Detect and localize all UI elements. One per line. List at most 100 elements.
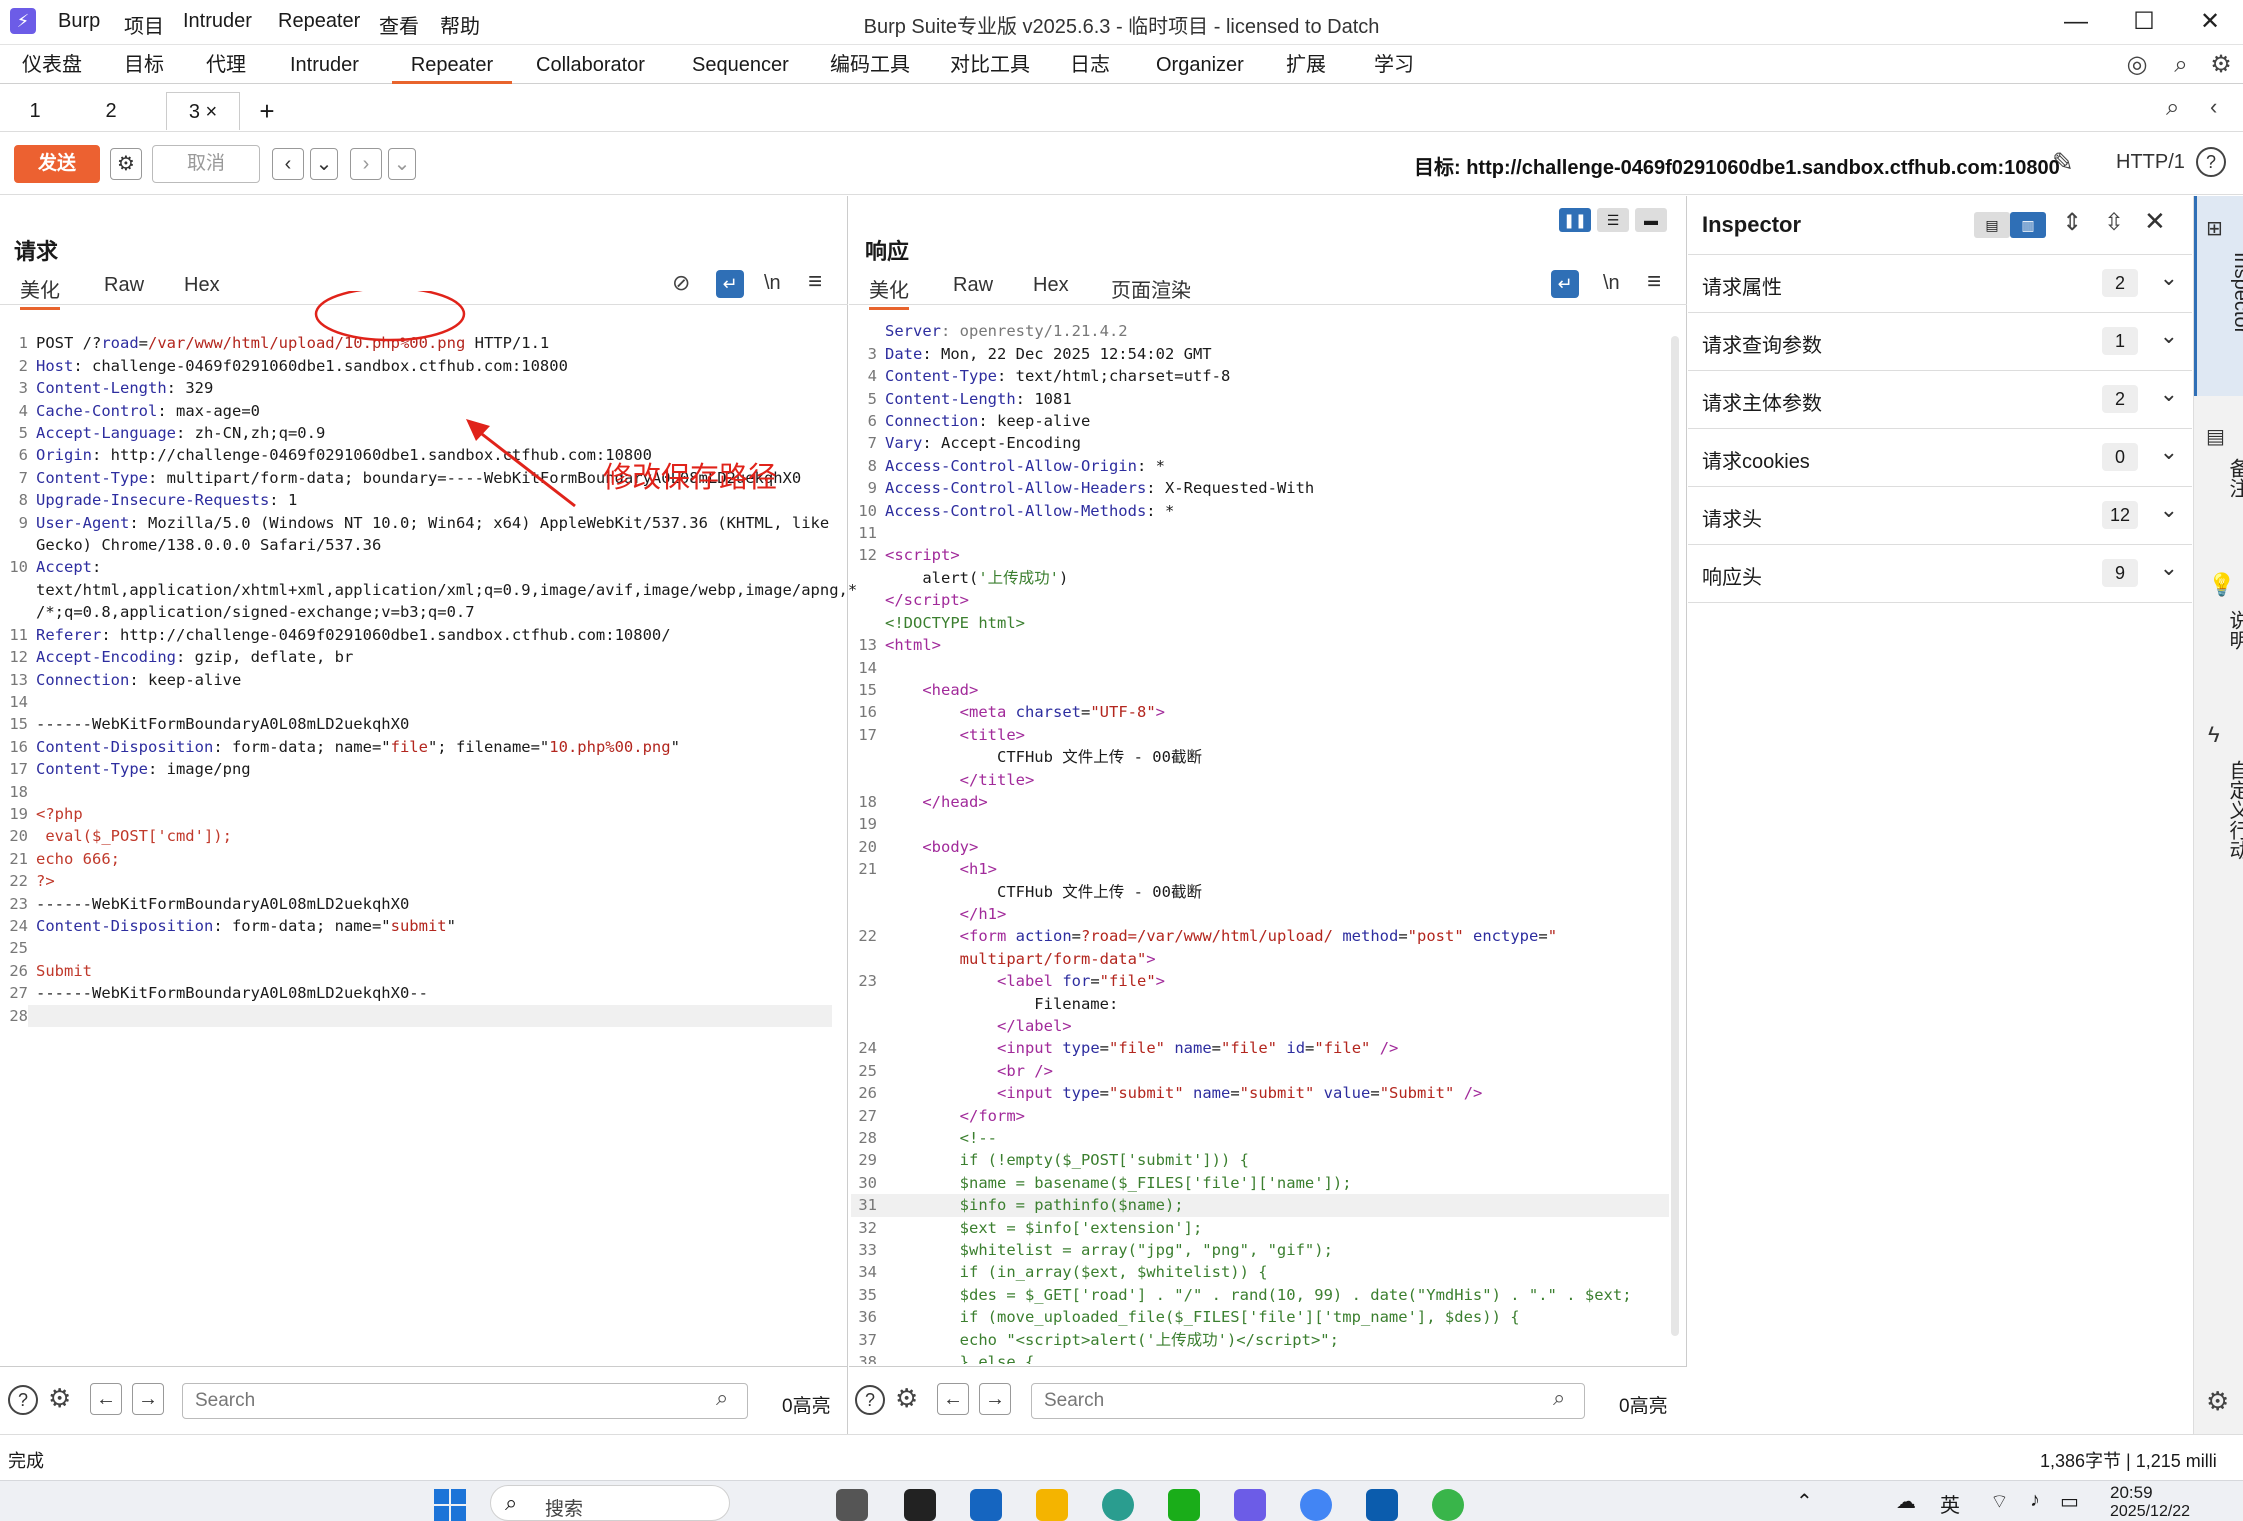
chevron-down-icon[interactable]: ⌄ (2160, 497, 2178, 523)
close-window-button[interactable]: ✕ (2180, 4, 2240, 40)
side-settings-gear-icon[interactable]: ⚙ (2206, 1386, 2229, 1417)
response-editor[interactable]: Server: openresty/1.21.4.2 3 Date: Mon, 22… (851, 298, 1669, 1364)
request-tab-raw[interactable]: Raw (104, 274, 144, 297)
newline-toggle-icon[interactable]: \n (764, 272, 781, 295)
tray-chevron-icon[interactable]: ⌃ (1796, 1489, 1813, 1514)
wrap-lines-icon[interactable]: ↵ (1551, 270, 1579, 298)
chevron-down-icon[interactable]: ⌄ (2160, 323, 2178, 349)
tab-scroll-left-icon[interactable]: ‹ (2210, 94, 2217, 120)
tab-dashboard[interactable]: 仪表盘 (14, 46, 90, 84)
send-button[interactable]: 发送 (14, 145, 100, 183)
search-next-arrow-icon[interactable]: → (979, 1383, 1011, 1415)
forward-dropdown-icon[interactable]: ⌄ (388, 148, 416, 180)
collapse-all-icon[interactable]: ⇳ (2104, 208, 2124, 237)
inspector-layout-right-icon[interactable]: ▥ (2010, 212, 2046, 238)
search-next-arrow-icon[interactable]: → (132, 1383, 164, 1415)
chevron-down-icon[interactable]: ⌄ (2160, 439, 2178, 465)
cancel-button[interactable]: 取消 (152, 145, 260, 183)
taskbar-app-window-icon[interactable] (1366, 1489, 1398, 1521)
layout-stacked-icon[interactable]: ☰ (1597, 208, 1629, 232)
tab-repeater[interactable]: Repeater (392, 46, 512, 84)
minimize-button[interactable]: — (2046, 4, 2106, 40)
tab-learn[interactable]: 学习 (1366, 46, 1422, 84)
inspector-row-cookies[interactable]: 请求cookies 0 ⌄ (1688, 429, 2192, 487)
menu-lines-icon[interactable]: ≡ (808, 268, 822, 296)
tab-target[interactable]: 目标 (116, 46, 172, 84)
windows-start-icon[interactable] (434, 1489, 466, 1521)
repeater-tab-3[interactable]: 3 × (166, 92, 240, 130)
tab-intruder[interactable]: Intruder (282, 46, 367, 84)
tab-logger[interactable]: 日志 (1062, 46, 1118, 84)
taskbar-app-store-icon[interactable] (1168, 1489, 1200, 1521)
tab-proxy[interactable]: 代理 (198, 46, 254, 84)
search-icon[interactable]: ⌕ (2166, 50, 2196, 80)
hide-eye-icon[interactable]: ⊘ (672, 270, 690, 296)
tab-comparer[interactable]: 对比工具 (942, 46, 1038, 84)
chevron-down-icon[interactable]: ⌄ (2160, 381, 2178, 407)
send-settings-gear-icon[interactable]: ⚙ (110, 148, 142, 180)
chevron-down-icon[interactable]: ⌄ (2160, 555, 2178, 581)
taskbar-app-edge-icon[interactable] (1102, 1489, 1134, 1521)
response-tab-hex[interactable]: Hex (1033, 274, 1069, 297)
back-dropdown-icon[interactable]: ⌄ (310, 148, 338, 180)
side-tab-notes[interactable]: 备注 (2202, 448, 2243, 498)
tab-search-icon[interactable]: ⌕ (2166, 94, 2179, 122)
tab-organizer[interactable]: Organizer (1148, 46, 1252, 84)
response-tab-raw[interactable]: Raw (953, 274, 993, 297)
help-icon[interactable]: ? (855, 1385, 885, 1415)
globe-icon[interactable]: ◎ (2122, 50, 2152, 80)
inspector-close-icon[interactable]: ✕ (2144, 206, 2166, 237)
search-prev-arrow-icon[interactable]: ← (937, 1383, 969, 1415)
tray-cloud-icon[interactable]: ☁ (1896, 1489, 1916, 1514)
inspector-row-request-headers[interactable]: 请求头 12 ⌄ (1688, 487, 2192, 545)
taskbar-app-burp-icon[interactable] (1234, 1489, 1266, 1521)
taskbar-app-green-icon[interactable] (1432, 1489, 1464, 1521)
wrap-lines-icon[interactable]: ↵ (716, 270, 744, 298)
taskbar-app-terminal-icon[interactable] (836, 1489, 868, 1521)
response-search-input[interactable]: Search (1031, 1383, 1585, 1419)
clock-time[interactable]: 20:59 (2110, 1483, 2153, 1503)
request-search-input[interactable]: Search (182, 1383, 748, 1419)
search-prev-arrow-icon[interactable]: ← (90, 1383, 122, 1415)
side-tab-custom-actions[interactable]: 自定义行动 (2202, 750, 2243, 860)
menu-lines-icon[interactable]: ≡ (1647, 268, 1661, 296)
tab-collaborator[interactable]: Collaborator (528, 46, 653, 84)
taskbar-app-outlook-icon[interactable] (970, 1489, 1002, 1521)
inspector-row-query-params[interactable]: 请求查询参数 1 ⌄ (1688, 313, 2192, 371)
ime-indicator[interactable]: 英 (1940, 1489, 1960, 1518)
add-tab-button[interactable]: + (232, 92, 302, 130)
taskbar-app-explorer-icon[interactable] (1036, 1489, 1068, 1521)
response-scrollbar[interactable] (1671, 336, 1679, 1336)
newline-toggle-icon[interactable]: \n (1603, 272, 1620, 295)
expand-all-icon[interactable]: ⇕ (2062, 208, 2082, 237)
taskbar-app-ide-icon[interactable] (904, 1489, 936, 1521)
battery-icon[interactable]: ▭ (2060, 1489, 2079, 1514)
forward-arrow-icon[interactable]: › (350, 148, 382, 180)
repeater-tab-1[interactable]: 1 (0, 92, 70, 130)
tab-sequencer[interactable]: Sequencer (684, 46, 797, 84)
help-icon[interactable]: ? (2196, 147, 2226, 177)
settings-gear-icon[interactable]: ⚙ (2206, 50, 2236, 80)
back-arrow-icon[interactable]: ‹ (272, 148, 304, 180)
tab-extensions[interactable]: 扩展 (1278, 46, 1334, 84)
taskbar-search-box[interactable]: ⌕ 搜索 (490, 1485, 730, 1521)
repeater-tab-2[interactable]: 2 (76, 92, 146, 130)
wifi-icon[interactable]: ⌔ (1990, 1489, 2009, 1514)
inspector-row-body-params[interactable]: 请求主体参数 2 ⌄ (1688, 371, 2192, 429)
chevron-down-icon[interactable]: ⌄ (2160, 265, 2178, 291)
taskbar-app-chrome-icon[interactable] (1300, 1489, 1332, 1521)
inspector-layout-left-icon[interactable]: ▤ (1974, 212, 2010, 238)
layout-side-by-side-icon[interactable]: ❚❚ (1559, 208, 1591, 232)
http-version[interactable]: HTTP/1 (2116, 151, 2185, 174)
help-icon[interactable]: ? (8, 1385, 38, 1415)
inspector-row-response-headers[interactable]: 响应头 9 ⌄ (1688, 545, 2192, 603)
edit-target-pencil-icon[interactable]: ✎ (2052, 147, 2074, 178)
search-settings-gear-icon[interactable]: ⚙ (895, 1383, 918, 1414)
maximize-button[interactable]: ☐ (2114, 4, 2174, 40)
clock-date[interactable]: 2025/12/22 (2110, 1503, 2190, 1521)
layout-tabs-icon[interactable]: ▬ (1635, 208, 1667, 232)
volume-icon[interactable]: ♪ (2030, 1489, 2040, 1512)
side-tab-inspector[interactable]: Inspector (2202, 242, 2243, 334)
side-tab-explanation[interactable]: 说明 (2202, 600, 2243, 650)
search-settings-gear-icon[interactable]: ⚙ (48, 1383, 71, 1414)
